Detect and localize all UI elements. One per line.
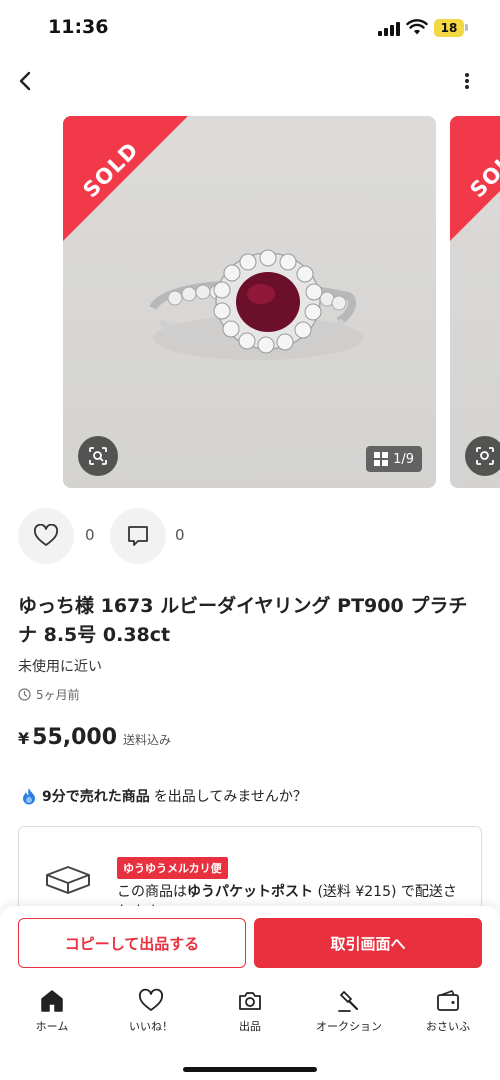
reactions: 0 0 [18, 508, 278, 564]
home-indicator [183, 1067, 317, 1072]
comment-button[interactable] [110, 508, 166, 564]
next-product-photo[interactable]: SOLD [450, 116, 500, 488]
copy-listing-button[interactable]: コピーして出品する [18, 918, 246, 968]
product-condition: 未使用に近い [18, 659, 102, 675]
comment-count: 0 [175, 526, 185, 544]
photo-counter-label: 1/9 [393, 451, 414, 467]
image-search-button-next[interactable] [465, 436, 500, 476]
tab-label-likes: いいね！ [129, 1020, 173, 1033]
status-bar: 11:36 18 [0, 0, 500, 56]
product-title: ゆっち様 1673 ルビーダイヤリング PT900 プラチナ 8.5号 0.38… [18, 595, 468, 646]
tab-sell[interactable]: 出品 [200, 988, 300, 1038]
sold-label: SOLD [78, 137, 144, 203]
tab-wallet[interactable]: おさいふ [398, 988, 498, 1038]
sell-promo-link[interactable]: 9分で売れた商品 を出品してみませんか？ [20, 786, 307, 806]
signal-icon [378, 20, 402, 36]
back-icon[interactable] [12, 66, 40, 96]
battery-tip [465, 24, 468, 31]
bottom-action-bar: コピーして出品する 取引画面へ ホーム いいね！ 出品 オークション おさいふ [0, 906, 500, 1080]
package-icon [46, 866, 90, 894]
tab-label-home: ホーム [35, 1020, 69, 1033]
tab-home[interactable]: ホーム [2, 988, 102, 1038]
more-vertical-icon[interactable] [452, 66, 482, 96]
sold-label-next: SOLD [465, 137, 500, 203]
trade-screen-button[interactable]: 取引画面へ [254, 918, 482, 968]
comment-icon [128, 526, 148, 546]
product-photo[interactable]: SOLD 1/9 [63, 116, 436, 488]
status-time: 11:36 [48, 16, 109, 38]
sold-ribbon: SOLD [63, 116, 188, 241]
heart-icon [34, 524, 58, 546]
sold-ribbon-next: SOLD [450, 116, 500, 241]
shipping-tag: ゆうゆうメルカリ便 [117, 857, 228, 879]
promo-strong: 9分で売れた商品 [42, 789, 150, 805]
tab-auction[interactable]: オークション [299, 988, 399, 1038]
image-search-button[interactable] [78, 436, 118, 476]
posted-label: 5ヶ月前 [36, 688, 80, 702]
tab-label-wallet: おさいふ [426, 1020, 470, 1033]
grid-icon [374, 452, 389, 466]
tab-label-auction: オークション [316, 1020, 382, 1033]
scan-search-icon [476, 447, 494, 465]
flame-icon [23, 788, 35, 805]
ring-image [149, 249, 363, 360]
tab-likes[interactable]: いいね！ [101, 988, 201, 1038]
posted-time: 5ヶ月前 [18, 686, 80, 703]
tab-label-sell: 出品 [239, 1020, 261, 1033]
like-button[interactable] [18, 508, 74, 564]
tab-bar: ホーム いいね！ 出品 オークション おさいふ [0, 988, 500, 1038]
shipping-method: ゆうパケットポスト [187, 884, 313, 900]
price-symbol: ¥ [18, 729, 30, 748]
price-value: 55,000 [32, 725, 118, 750]
heart-icon [139, 988, 163, 1011]
camera-icon [239, 992, 261, 1010]
price: ¥ 55,000 送料込み [18, 725, 171, 750]
home-icon [41, 990, 63, 1012]
like-count: 0 [85, 526, 95, 544]
promo-rest: を出品してみませんか？ [153, 789, 307, 805]
scan-search-icon [89, 447, 107, 465]
wallet-icon [437, 990, 459, 1011]
battery-indicator: 18 [434, 19, 464, 37]
gavel-icon [338, 991, 359, 1012]
image-gallery[interactable]: SOLD 1/9 SOLD [0, 116, 500, 488]
wifi-icon [406, 19, 428, 35]
shipping-included-label: 送料込み [123, 733, 172, 747]
clock-icon [18, 688, 31, 701]
shipping-text-pre: この商品は [117, 884, 187, 900]
photo-counter[interactable]: 1/9 [366, 446, 422, 472]
